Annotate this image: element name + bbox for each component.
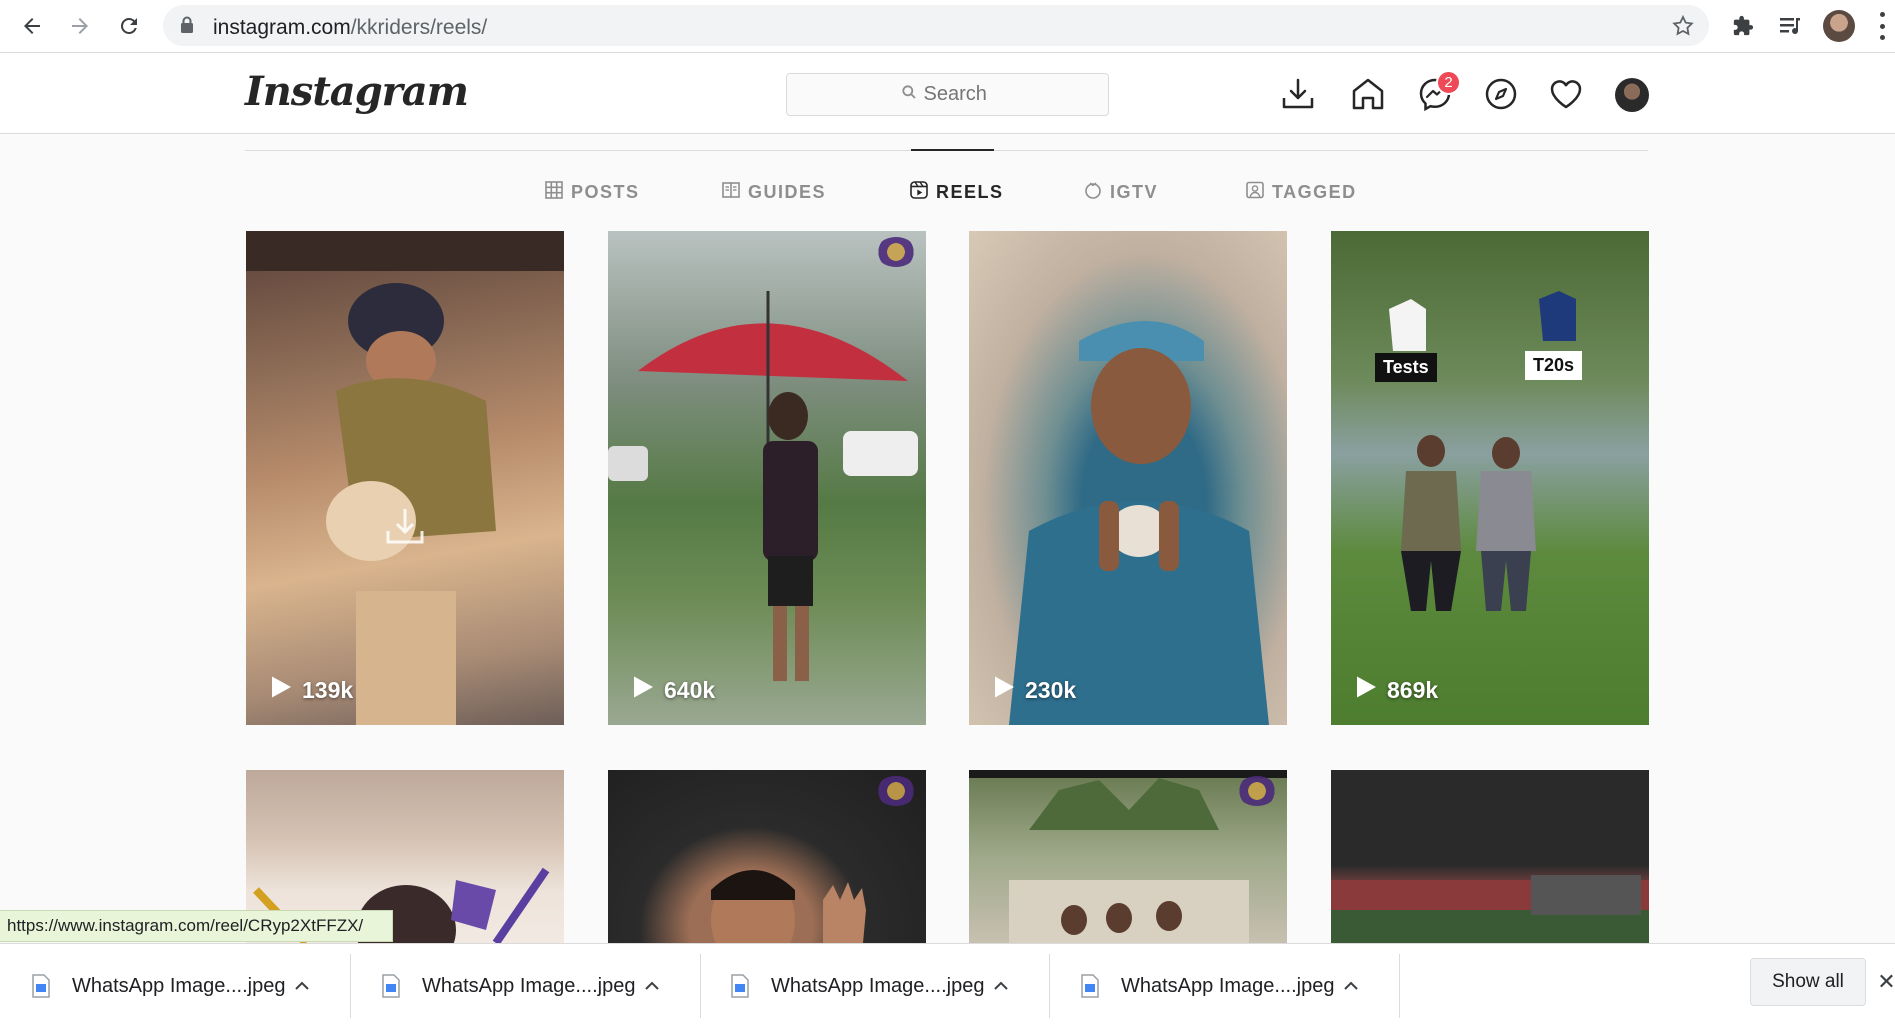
heart-icon[interactable] — [1547, 75, 1585, 113]
reels-icon — [910, 180, 928, 204]
play-icon — [993, 675, 1015, 705]
search-box[interactable] — [786, 73, 1109, 116]
tab-label: TAGGED — [1272, 181, 1357, 202]
bookmark-star-icon[interactable] — [1671, 14, 1695, 43]
tab-label: IGTV — [1110, 181, 1159, 202]
tab-label: GUIDES — [748, 181, 827, 202]
reel-thumbnail-image — [1331, 875, 1649, 943]
download-filename: WhatsApp Image....jpeg — [771, 974, 985, 997]
address-bar[interactable]: instagram.com/kkriders/reels/ — [163, 5, 1709, 46]
chevron-up-icon[interactable] — [1341, 976, 1361, 996]
reel-tile[interactable] — [969, 770, 1287, 943]
reel-thumbnail-image — [246, 231, 564, 725]
reel-views: 230k — [993, 675, 1076, 705]
reel-thumbnail-image — [1009, 321, 1269, 725]
media-queue-icon[interactable] — [1774, 10, 1806, 42]
tab-reels[interactable]: REELS — [910, 180, 1004, 204]
chevron-up-icon[interactable] — [642, 976, 662, 996]
play-icon — [270, 675, 292, 705]
reload-icon[interactable] — [113, 10, 145, 42]
download-filename: WhatsApp Image....jpeg — [1121, 974, 1335, 997]
reel-views: 869k — [1355, 675, 1438, 705]
reel-tile[interactable]: 230k — [969, 231, 1287, 725]
download-item[interactable]: WhatsApp Image....jpeg — [1055, 954, 1400, 1018]
tab-tagged[interactable]: TAGGED — [1246, 180, 1357, 204]
reel-thumbnail-image — [1389, 291, 1576, 611]
downloads-shelf: WhatsApp Image....jpeg WhatsApp Image...… — [0, 943, 1895, 1027]
close-icon[interactable]: ✕ — [1877, 969, 1895, 994]
download-item[interactable]: WhatsApp Image....jpeg — [356, 954, 701, 1018]
browser-toolbar: instagram.com/kkriders/reels/ — [0, 0, 1895, 53]
tab-label: REELS — [936, 181, 1004, 202]
guide-icon — [722, 181, 740, 204]
chevron-up-icon[interactable] — [292, 976, 312, 996]
image-file-icon — [30, 974, 52, 998]
jersey-label-tests: Tests — [1375, 353, 1437, 382]
jersey-label-t20s: T20s — [1525, 351, 1583, 380]
link-status-url: https://www.instagram.com/reel/CRyp2XtFF… — [0, 910, 393, 942]
reel-views: 139k — [270, 675, 353, 705]
kkr-logo-watermark — [876, 776, 916, 806]
kkr-logo-watermark — [876, 237, 916, 267]
notification-badge: 2 — [1436, 70, 1461, 95]
image-file-icon — [1079, 974, 1101, 998]
reel-views: 640k — [632, 675, 715, 705]
lock-icon — [180, 16, 194, 39]
play-icon — [1355, 675, 1377, 705]
download-overlay-icon[interactable] — [382, 503, 428, 554]
search-icon — [901, 85, 916, 104]
download-filename: WhatsApp Image....jpeg — [72, 974, 286, 997]
profile-avatar[interactable] — [1615, 78, 1649, 112]
browser-profile-avatar[interactable] — [1823, 10, 1855, 42]
reel-tile[interactable] — [608, 770, 926, 943]
image-file-icon — [729, 974, 751, 998]
forward-icon[interactable] — [64, 10, 96, 42]
download-item[interactable]: WhatsApp Image....jpeg — [6, 954, 351, 1018]
back-icon[interactable] — [16, 10, 48, 42]
download-item[interactable]: WhatsApp Image....jpeg — [705, 954, 1050, 1018]
instagram-logo[interactable]: Instagram — [245, 68, 469, 115]
explore-compass-icon[interactable] — [1482, 75, 1520, 113]
instagram-header: Instagram 2 — [0, 53, 1895, 134]
tab-guides[interactable]: GUIDES — [722, 180, 826, 204]
active-tab-indicator — [911, 149, 994, 151]
tab-igtv[interactable]: IGTV — [1084, 180, 1158, 204]
url-text: instagram.com/kkriders/reels/ — [213, 16, 488, 39]
reel-tile[interactable] — [1331, 770, 1649, 943]
image-file-icon — [380, 974, 402, 998]
reel-tile[interactable]: 139k — [246, 231, 564, 725]
browser-menu-icon[interactable] — [1878, 12, 1886, 40]
tagged-icon — [1246, 181, 1264, 204]
extensions-puzzle-icon[interactable] — [1727, 10, 1759, 42]
grid-icon — [545, 180, 563, 204]
tab-posts[interactable]: POSTS — [545, 180, 640, 204]
show-all-downloads-button[interactable]: Show all — [1750, 958, 1866, 1006]
download-filename: WhatsApp Image....jpeg — [422, 974, 636, 997]
download-icon[interactable] — [1279, 75, 1317, 113]
tab-label: POSTS — [571, 181, 640, 202]
kkr-logo-watermark — [1237, 776, 1277, 806]
reel-tile[interactable]: 640k — [608, 231, 926, 725]
reel-thumbnail-image — [608, 291, 918, 681]
reel-tile[interactable]: Tests T20s 869k — [1331, 231, 1649, 725]
search-input[interactable] — [923, 83, 994, 106]
home-icon[interactable] — [1349, 75, 1387, 113]
igtv-icon — [1084, 181, 1102, 204]
play-icon — [632, 675, 654, 705]
chevron-up-icon[interactable] — [991, 976, 1011, 996]
